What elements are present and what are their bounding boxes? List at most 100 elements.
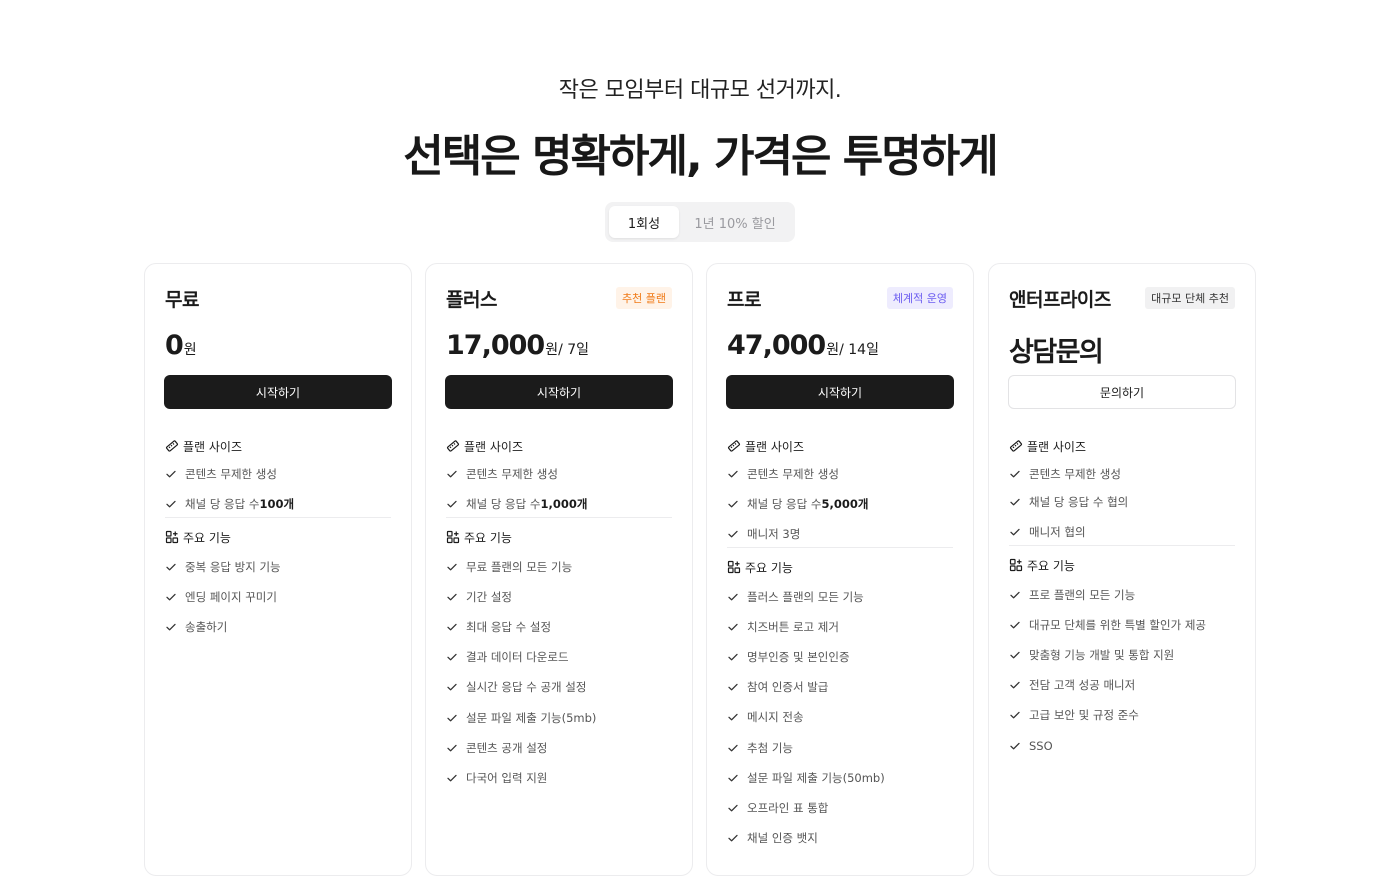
features-title: 주요 기능 (165, 529, 231, 545)
check-icon (446, 621, 466, 633)
plan-size-item: 채널 당 응답 수 5,000개 (727, 496, 868, 512)
divider (446, 517, 672, 518)
plan-card-pro: 프로 체계적 운영 47,000 원/ 14일 시작하기 플랜 사이즈 콘텐츠 무제한 생성… (706, 263, 974, 876)
start-button[interactable]: 시작하기 (164, 375, 392, 409)
features-title: 주요 기능 (446, 529, 512, 545)
item-text: 콘텐츠 무제한 생성 (466, 467, 558, 481)
item-text: 치즈버튼 로고 제거 (747, 620, 839, 635)
plan-card-free: 무료 0 원 시작하기 플랜 사이즈 콘텐츠 무제한 생성 채널 당 응답 수 100개 주요… (144, 263, 412, 876)
item-value: 1,000개 (540, 497, 588, 511)
divider (1009, 545, 1235, 546)
ruler-icon (446, 439, 464, 453)
item-text: 채널 당 응답 수 협의 (1029, 495, 1129, 509)
page-title: 선택은 명확하게, 가격은 투명하게 (403, 131, 998, 182)
check-icon (727, 832, 747, 844)
check-icon (446, 651, 466, 663)
check-icon (727, 651, 747, 663)
price-amount: 47,000 (727, 330, 826, 361)
check-icon (1009, 679, 1029, 691)
item-text: SSO (1029, 738, 1053, 753)
price-amount: 17,000 (446, 330, 545, 361)
divider (727, 547, 953, 548)
item-text: 매니저 3명 (747, 527, 801, 541)
start-button[interactable]: 시작하기 (726, 375, 954, 409)
check-icon (1009, 619, 1029, 631)
item-text: 맞춤형 기능 개발 및 통합 지원 (1029, 648, 1175, 663)
check-icon (727, 802, 747, 814)
toggle-option-annual[interactable]: 1년 10% 할인 (679, 206, 791, 238)
feature-item: 채널 인증 뱃지 (727, 830, 818, 846)
feature-item: 치즈버튼 로고 제거 (727, 619, 839, 635)
feature-item: 최대 응답 수 설정 (446, 619, 551, 635)
feature-item: 무료 플랜의 모든 기능 (446, 559, 572, 575)
feature-item: 설문 파일 제출 기능(5mb) (446, 710, 596, 726)
feature-item: 프로 플랜의 모든 기능 (1009, 587, 1135, 603)
plan-header: 앤터프라이즈 대규모 단체 추천 (1009, 286, 1235, 311)
check-icon (1009, 589, 1029, 601)
price-unit: 원 (183, 342, 197, 358)
item-text: 설문 파일 제출 기능(50mb) (747, 770, 885, 785)
plan-card-plus: 플러스 추천 플랜 17,000 원/ 7일 시작하기 플랜 사이즈 콘텐츠 무제한 생성 채… (425, 263, 693, 876)
plan-size-item: 콘텐츠 무제한 생성 (1009, 466, 1121, 482)
item-text: 채널 당 응답 수 (747, 497, 822, 511)
ruler-icon (727, 439, 745, 453)
contact-button[interactable]: 문의하기 (1008, 375, 1236, 409)
check-icon (727, 468, 747, 480)
plan-header: 플러스 추천 플랜 (446, 286, 672, 311)
plan-badge: 추천 플랜 (616, 287, 672, 309)
item-text: 엔딩 페이지 꾸미기 (185, 590, 277, 605)
plan-size-title: 플랜 사이즈 (165, 438, 242, 454)
item-text: 채널 당 응답 수 (185, 497, 260, 511)
divider (165, 517, 391, 518)
item-text: 결과 데이터 다운로드 (466, 650, 569, 665)
plan-size-title: 플랜 사이즈 (446, 438, 523, 454)
start-button[interactable]: 시작하기 (445, 375, 673, 409)
item-text: 매니저 협의 (1029, 525, 1086, 539)
plan-size-item: 매니저 3명 (727, 526, 800, 542)
item-text: 콘텐츠 무제한 생성 (1029, 467, 1121, 481)
plan-size-item: 콘텐츠 무제한 생성 (165, 466, 277, 482)
item-text: 고급 보안 및 규정 준수 (1029, 708, 1139, 723)
check-icon (165, 498, 185, 510)
feature-item: 기간 설정 (446, 589, 512, 605)
item-text: 콘텐츠 무제한 생성 (185, 467, 277, 481)
plan-name: 프로 (727, 288, 761, 311)
check-icon (727, 772, 747, 784)
check-icon (165, 468, 185, 480)
plan-card-enterprise: 앤터프라이즈 대규모 단체 추천 상담문의 문의하기 플랜 사이즈 콘텐츠 무제한 생성 채… (988, 263, 1256, 876)
toggle-option-one-time[interactable]: 1회성 (609, 206, 679, 238)
feature-item: 다국어 입력 지원 (446, 770, 547, 786)
feature-item: 콘텐츠 공개 설정 (446, 740, 547, 756)
plan-size-item: 매니저 협의 (1009, 524, 1086, 540)
plan-name: 플러스 (446, 288, 497, 311)
feature-item: 참여 인증서 발급 (727, 679, 828, 695)
check-icon (727, 621, 747, 633)
feature-item: 플러스 플랜의 모든 기능 (727, 589, 864, 605)
item-text: 오프라인 표 통합 (747, 800, 829, 815)
item-text: 무료 플랜의 모든 기능 (466, 560, 573, 574)
features-grid-icon (727, 560, 745, 574)
plan-size-item: 채널 당 응답 수 100개 (165, 496, 294, 512)
price-amount: 0 (165, 330, 184, 361)
check-icon (446, 468, 466, 480)
item-text: 참여 인증서 발급 (747, 680, 829, 695)
check-icon (446, 772, 466, 784)
plan-size-item: 채널 당 응답 수 협의 (1009, 494, 1128, 510)
features-title: 주요 기능 (1009, 557, 1075, 573)
section-title-label: 플랜 사이즈 (745, 439, 805, 454)
plan-price: 상담문의 (1009, 330, 1235, 368)
check-icon (165, 591, 185, 603)
check-icon (727, 742, 747, 754)
check-icon (1009, 496, 1029, 508)
price-unit: 원/ 7일 (545, 342, 590, 358)
check-icon (727, 498, 747, 510)
ruler-icon (165, 439, 183, 453)
feature-item: SSO (1009, 738, 1053, 754)
feature-item: 전담 고객 성공 매니저 (1009, 677, 1135, 693)
plan-header: 프로 체계적 운영 (727, 286, 953, 311)
feature-item: 송출하기 (165, 619, 227, 635)
item-text: 채널 인증 뱃지 (747, 830, 818, 845)
section-title-label: 주요 기능 (464, 530, 512, 545)
section-title-label: 주요 기능 (745, 560, 793, 575)
features-title: 주요 기능 (727, 559, 793, 575)
